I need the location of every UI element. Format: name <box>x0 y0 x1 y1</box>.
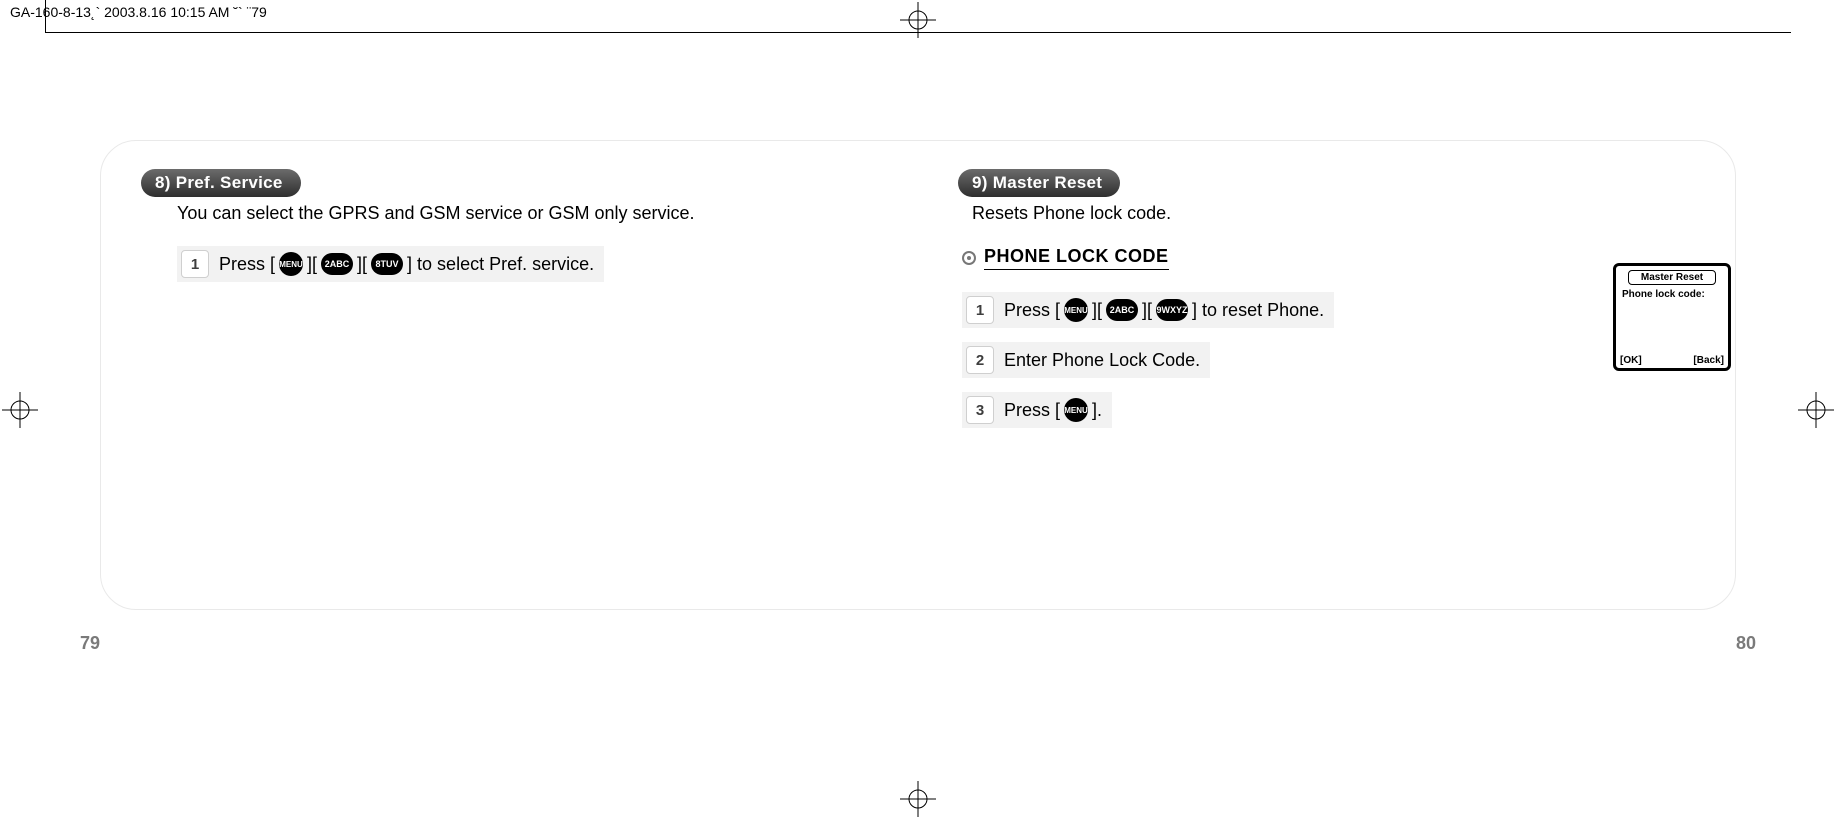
phone-screen-mock: Master Reset Phone lock code: [OK] [Back… <box>1613 263 1731 371</box>
step-number-badge: 1 <box>966 296 994 324</box>
text-fragment: ][ <box>1142 300 1152 321</box>
numeric-key-icon: 9WXYZ <box>1156 299 1188 321</box>
text-fragment: ] to reset Phone. <box>1192 300 1324 321</box>
menu-key-icon: MENU <box>1064 298 1088 322</box>
text-fragment: ][ <box>357 254 367 275</box>
softkey-right: [Back] <box>1693 355 1724 366</box>
registration-mark-icon <box>1798 392 1834 428</box>
registration-mark-icon <box>2 392 38 428</box>
step-text: Press [ MENU ][ 2ABC ][ 9WXYZ ] to reset… <box>1004 298 1324 322</box>
text-fragment: ][ <box>1092 300 1102 321</box>
menu-key-icon: MENU <box>1064 398 1088 422</box>
bullet-icon <box>962 251 976 265</box>
text-fragment: Press [ <box>1004 300 1060 321</box>
page-right: 9) Master Reset Resets Phone lock code. … <box>918 141 1735 609</box>
step-text: Enter Phone Lock Code. <box>1004 350 1200 371</box>
step-text: Press [ MENU ][ 2ABC ][ 8TUV ] to select… <box>219 252 594 276</box>
numeric-key-icon: 8TUV <box>371 253 403 275</box>
numeric-key-icon: 2ABC <box>321 253 353 275</box>
registration-mark-icon <box>900 2 936 38</box>
text-fragment: Enter Phone Lock Code. <box>1004 350 1200 371</box>
section-heading-pref-service: 8) Pref. Service <box>141 169 301 197</box>
step-number-badge: 2 <box>966 346 994 374</box>
phone-softkeys: [OK] [Back] <box>1620 355 1724 366</box>
step-row: 3 Press [ MENU ]. <box>962 392 1112 428</box>
numeric-key-icon: 2ABC <box>1106 299 1138 321</box>
section-description: Resets Phone lock code. <box>972 203 1695 224</box>
phone-titlebar: Master Reset <box>1628 270 1715 285</box>
section-description: You can select the GPRS and GSM service … <box>177 203 878 224</box>
phone-line: Phone lock code: <box>1616 287 1728 302</box>
page-number-left: 79 <box>80 633 100 654</box>
text-fragment: ] to select Pref. service. <box>407 254 594 275</box>
text-fragment: Press [ <box>219 254 275 275</box>
step-number-badge: 3 <box>966 396 994 424</box>
page-left: 8) Pref. Service You can select the GPRS… <box>101 141 918 609</box>
text-fragment: ][ <box>307 254 317 275</box>
page-spread-box: 8) Pref. Service You can select the GPRS… <box>100 140 1736 610</box>
sub-heading: PHONE LOCK CODE <box>962 246 1695 270</box>
step-row: 2 Enter Phone Lock Code. <box>962 342 1210 378</box>
step-row: 1 Press [ MENU ][ 2ABC ][ 8TUV ] to sele… <box>177 246 604 282</box>
section-heading-master-reset: 9) Master Reset <box>958 169 1120 197</box>
menu-key-icon: MENU <box>279 252 303 276</box>
text-fragment: ]. <box>1092 400 1102 421</box>
text-fragment: Press [ <box>1004 400 1060 421</box>
print-job-info: GA-160-8-13˛` 2003.8.16 10:15 AM ˘` ¨79 <box>10 4 267 20</box>
step-number-badge: 1 <box>181 250 209 278</box>
page-number-right: 80 <box>1736 633 1756 654</box>
registration-mark-icon <box>900 781 936 817</box>
softkey-left: [OK] <box>1620 355 1642 366</box>
crop-mark <box>45 0 46 32</box>
step-text: Press [ MENU ]. <box>1004 398 1102 422</box>
sub-heading-title: PHONE LOCK CODE <box>984 246 1169 270</box>
step-row: 1 Press [ MENU ][ 2ABC ][ 9WXYZ ] to res… <box>962 292 1334 328</box>
